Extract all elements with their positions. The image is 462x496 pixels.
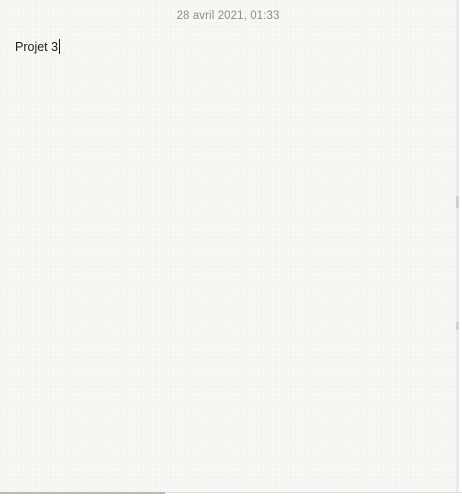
text-cursor [59, 39, 61, 54]
edge-line [165, 492, 462, 493]
scrollbar-mark [456, 322, 459, 330]
note-date: 28 avril 2021, 01:33 [176, 10, 280, 22]
edge-shadow [0, 492, 165, 494]
window-bottom-edge [0, 492, 462, 496]
note-text-area[interactable]: Projet 3 [15, 39, 61, 55]
scrollbar-mark [456, 196, 459, 208]
note-editor[interactable]: 28 avril 2021, 01:33 Projet 3 [0, 0, 459, 492]
scrollbar[interactable] [456, 0, 459, 492]
note-text: Projet 3 [15, 40, 59, 54]
